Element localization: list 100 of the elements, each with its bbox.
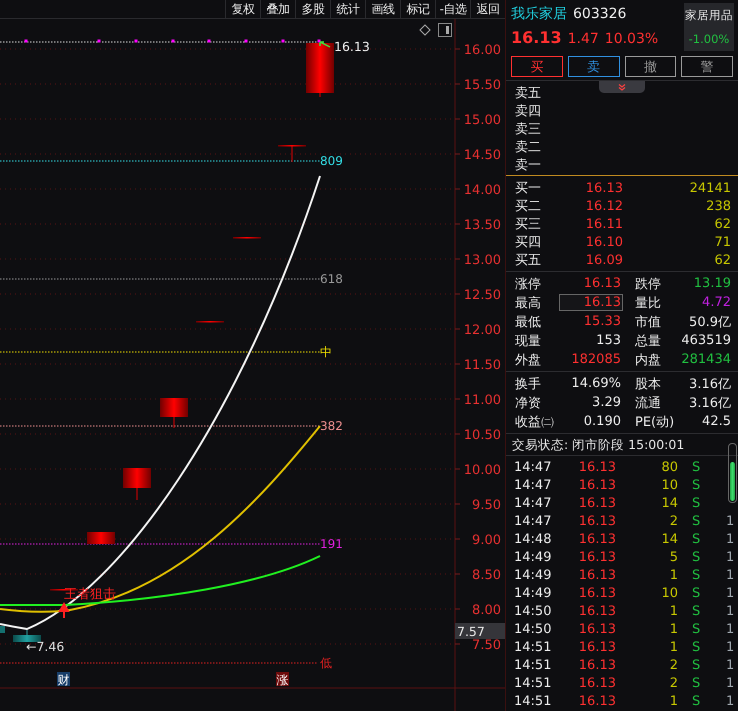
stock-name: 我乐家居 — [511, 5, 567, 23]
trade-price: 16.13 — [578, 512, 617, 530]
trade-price: 16.13 — [578, 602, 617, 620]
trade-volume: 2 — [668, 512, 679, 530]
trade-side: S — [691, 512, 702, 530]
trade-volume: 2 — [668, 656, 679, 674]
trade-time: 14:50 — [513, 602, 552, 620]
trade-price: 16.13 — [578, 530, 617, 548]
arrow-icon — [319, 41, 331, 48]
event-badge[interactable]: 财 — [57, 672, 70, 687]
price-label: 7.50 — [472, 638, 501, 653]
trade-button[interactable]: 撤 — [624, 56, 676, 77]
trade-button[interactable]: 警 — [681, 56, 733, 77]
trade-count: 1 — [725, 692, 736, 710]
stat-value: 13.19 — [692, 275, 732, 292]
stock-code: 603326 — [573, 6, 626, 22]
trade-price: 16.13 — [578, 674, 617, 692]
trade-side: S — [691, 584, 702, 602]
trade-side: S — [691, 692, 702, 710]
price-label: 8.00 — [472, 603, 501, 618]
bid-label: 买一 — [514, 180, 542, 198]
low-price-tag: ←7.46 — [26, 639, 64, 654]
trade-volume: 1 — [668, 566, 679, 584]
candle — [0, 626, 5, 633]
trade-price: 16.13 — [578, 620, 617, 638]
bid-volume: 62 — [713, 216, 732, 232]
trade-side: S — [691, 638, 702, 656]
stat-value: 153 — [595, 332, 622, 349]
trade-button[interactable]: 买 — [511, 56, 563, 77]
fib-level-label: 618 — [320, 272, 343, 286]
price-label: 9.00 — [472, 533, 501, 548]
event-badge[interactable]: 涨 — [276, 672, 289, 687]
panel-toggle-icon[interactable] — [438, 23, 452, 37]
bid-price: 16.09 — [584, 252, 624, 268]
trade-price: 16.13 — [578, 656, 617, 674]
trade-price: 16.13 — [578, 638, 617, 656]
candle — [13, 628, 41, 642]
diamond-icon[interactable] — [419, 24, 431, 36]
price-label: 8.50 — [472, 568, 501, 583]
trade-time: 14:47 — [513, 458, 552, 476]
bid-volume: 71 — [713, 234, 732, 250]
stat-value: 463519 — [680, 332, 732, 349]
stat-value: 14.69% — [570, 375, 622, 392]
collapse-button[interactable] — [599, 81, 645, 93]
stat-label: 流通 — [634, 394, 662, 412]
stat-label: 内盘 — [634, 352, 662, 370]
stat-label: PE(动) — [634, 414, 676, 432]
trade-side: S — [691, 530, 702, 548]
price-label: 15.00 — [464, 113, 501, 128]
candle — [87, 532, 115, 544]
chevron-down-icon — [618, 84, 626, 90]
stat-label: 量比 — [634, 294, 662, 312]
trade-button[interactable]: 卖 — [568, 56, 620, 77]
price-label: 14.50 — [464, 148, 501, 163]
bid-volume: 24141 — [688, 180, 732, 196]
trade-price: 16.13 — [578, 494, 617, 512]
trade-count: 1 — [725, 512, 736, 530]
trade-volume: 10 — [660, 584, 679, 602]
candle — [123, 468, 151, 500]
scrollbar[interactable] — [728, 443, 737, 503]
stat-label: 最低 — [514, 314, 542, 332]
trade-side: S — [691, 620, 702, 638]
sector-card[interactable]: 家居用品 -1.00% — [684, 3, 734, 51]
trade-count: 1 — [725, 638, 736, 656]
trade-time: 14:51 — [513, 692, 552, 710]
price-change: 1.47 — [568, 31, 599, 47]
trade-side: S — [691, 656, 702, 674]
fib-level-label: 382 — [320, 419, 343, 433]
bid-price: 16.10 — [584, 234, 624, 250]
stat-label: 现量 — [514, 332, 542, 350]
up-arrow-icon — [59, 602, 69, 619]
price-label: 15.50 — [464, 78, 501, 93]
stat-value: 16.13 — [582, 275, 622, 292]
price-label: 10.00 — [464, 463, 501, 478]
toolbar-button[interactable]: -自选 — [435, 0, 470, 18]
trade-side: S — [691, 602, 702, 620]
sector-name: 家居用品 — [685, 8, 733, 23]
stat-value: 3.16亿 — [688, 394, 732, 412]
trade-time: 14:47 — [513, 476, 552, 494]
trade-volume: 2 — [668, 674, 679, 692]
bid-label: 买四 — [514, 234, 542, 252]
trade-time: 14:51 — [513, 638, 552, 656]
trade-volume: 1 — [668, 638, 679, 656]
ask-label: 卖五 — [514, 85, 542, 103]
trade-time: 14:50 — [513, 620, 552, 638]
trade-time: 14:49 — [513, 566, 552, 584]
bid-volume: 238 — [705, 198, 732, 214]
trade-time: 14:48 — [513, 530, 552, 548]
stat-value: 281434 — [680, 351, 732, 368]
stat-value: 16.13 — [559, 294, 623, 311]
trade-volume: 14 — [660, 530, 679, 548]
price-label: 13.00 — [464, 253, 501, 268]
trade-time: 14:49 — [513, 584, 552, 602]
bid-label: 买二 — [514, 198, 542, 216]
stat-label: 外盘 — [514, 352, 542, 370]
price-label: 12.00 — [464, 323, 501, 338]
trade-side: S — [691, 674, 702, 692]
trade-side: S — [691, 458, 702, 476]
trade-side: S — [691, 476, 702, 494]
ask-label: 卖一 — [514, 157, 542, 175]
